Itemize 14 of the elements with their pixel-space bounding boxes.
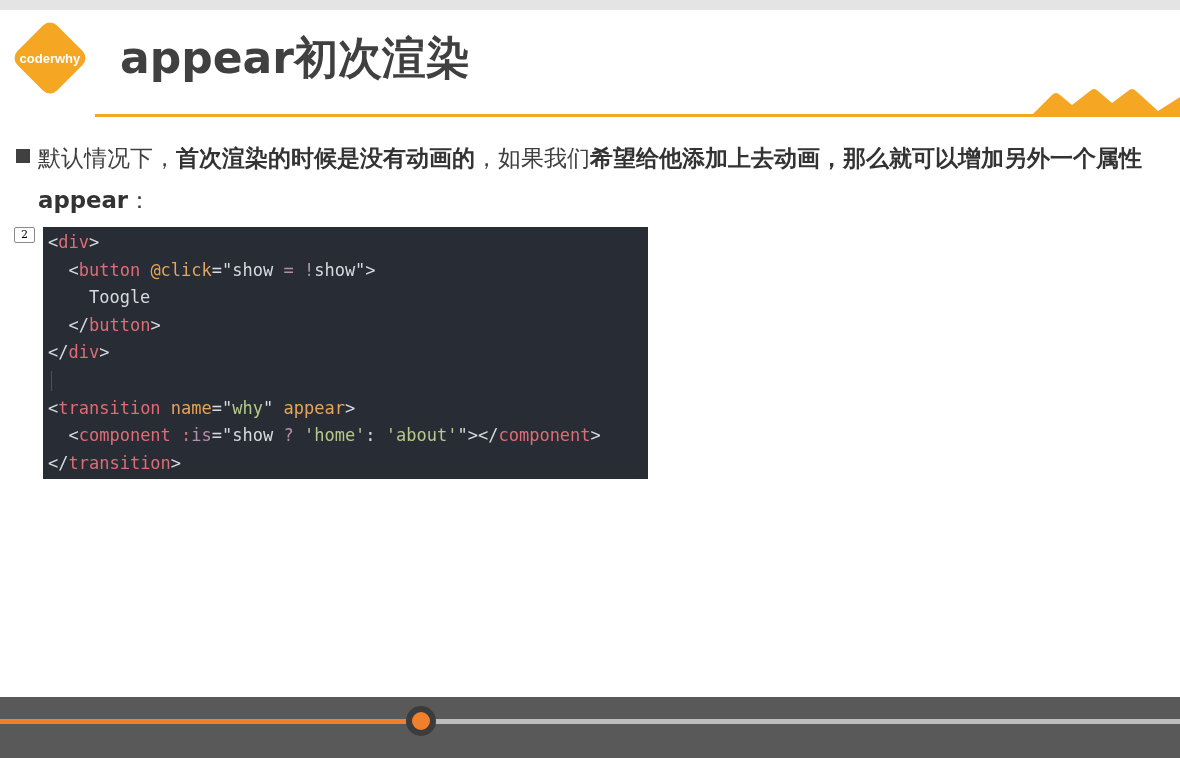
code-line: </div> — [48, 341, 110, 365]
bullet-icon — [16, 149, 30, 163]
code-line: <div> — [48, 231, 100, 254]
code-line: </button> — [67, 313, 161, 337]
code-line: Toogle — [87, 286, 151, 310]
slide-title: appear初次渲染 — [120, 30, 470, 85]
code-line: <button @click="show = !show"> — [67, 258, 376, 282]
bullet-text: 默认情况下，首次渲染的时候是没有动画的，如果我们希望给他添加上去动画，那么就可以增加另外一个属性 appear： — [38, 144, 1143, 215]
progress-thumb[interactable] — [406, 706, 437, 736]
indent-guide — [51, 370, 52, 391]
code-line: <transition name="why" appear> — [48, 396, 356, 420]
code-line: </transition> — [48, 451, 182, 475]
slide-number: 2 — [14, 227, 35, 243]
code-line: <component :is="show ? 'home': 'about'"></component> — [67, 424, 601, 448]
